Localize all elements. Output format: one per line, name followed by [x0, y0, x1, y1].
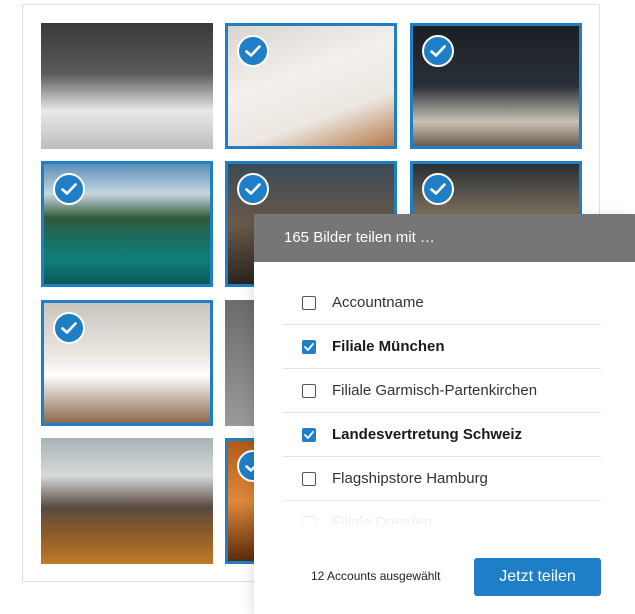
checkbox[interactable]: [302, 383, 316, 398]
check-circle-icon[interactable]: [53, 312, 85, 344]
gallery-tile[interactable]: [41, 438, 213, 564]
account-label: Accountname: [332, 294, 424, 311]
check-circle-icon[interactable]: [237, 173, 269, 205]
check-circle-icon[interactable]: [422, 173, 454, 205]
checkmark-icon: [304, 430, 314, 439]
gallery-tile[interactable]: [41, 161, 213, 287]
account-label: Landesvertretung Schweiz: [332, 426, 523, 443]
share-panel-title: 165 Bilder teilen mit …: [254, 214, 635, 262]
gallery-tile[interactable]: [225, 23, 397, 149]
share-panel: 165 Bilder teilen mit … Accountname Fili…: [254, 214, 635, 614]
account-label: Filiale München: [332, 338, 445, 355]
account-row[interactable]: Flagshipstore Hamburg: [283, 457, 601, 501]
checkbox[interactable]: [302, 339, 316, 354]
gallery-tile[interactable]: [41, 300, 213, 426]
checkbox[interactable]: [302, 471, 316, 486]
account-list[interactable]: Accountname Filiale München Filiale Garm…: [283, 281, 601, 525]
checkbox[interactable]: [302, 427, 316, 442]
checkbox[interactable]: [302, 295, 316, 310]
account-row[interactable]: Accountname: [283, 281, 601, 325]
checkmark-icon: [304, 342, 314, 351]
selected-count: 12 Accounts ausgewählt: [311, 569, 441, 583]
account-label: Flagshipstore Hamburg: [332, 470, 488, 487]
gallery-tile[interactable]: [410, 23, 582, 149]
account-row[interactable]: Filiale München: [283, 325, 601, 369]
check-circle-icon[interactable]: [422, 35, 454, 67]
account-row[interactable]: Filiale Dresden: [283, 501, 601, 525]
check-circle-icon[interactable]: [53, 173, 85, 205]
share-button[interactable]: Jetzt teilen: [474, 558, 601, 596]
gallery-tile[interactable]: [41, 23, 213, 149]
account-label: Filiale Dresden: [332, 514, 433, 525]
account-row[interactable]: Filiale Garmisch-Partenkirchen: [283, 369, 601, 413]
check-circle-icon[interactable]: [237, 35, 269, 67]
checkbox[interactable]: [302, 515, 316, 525]
account-label: Filiale Garmisch-Partenkirchen: [332, 382, 538, 399]
account-row[interactable]: Landesvertretung Schweiz: [283, 413, 601, 457]
